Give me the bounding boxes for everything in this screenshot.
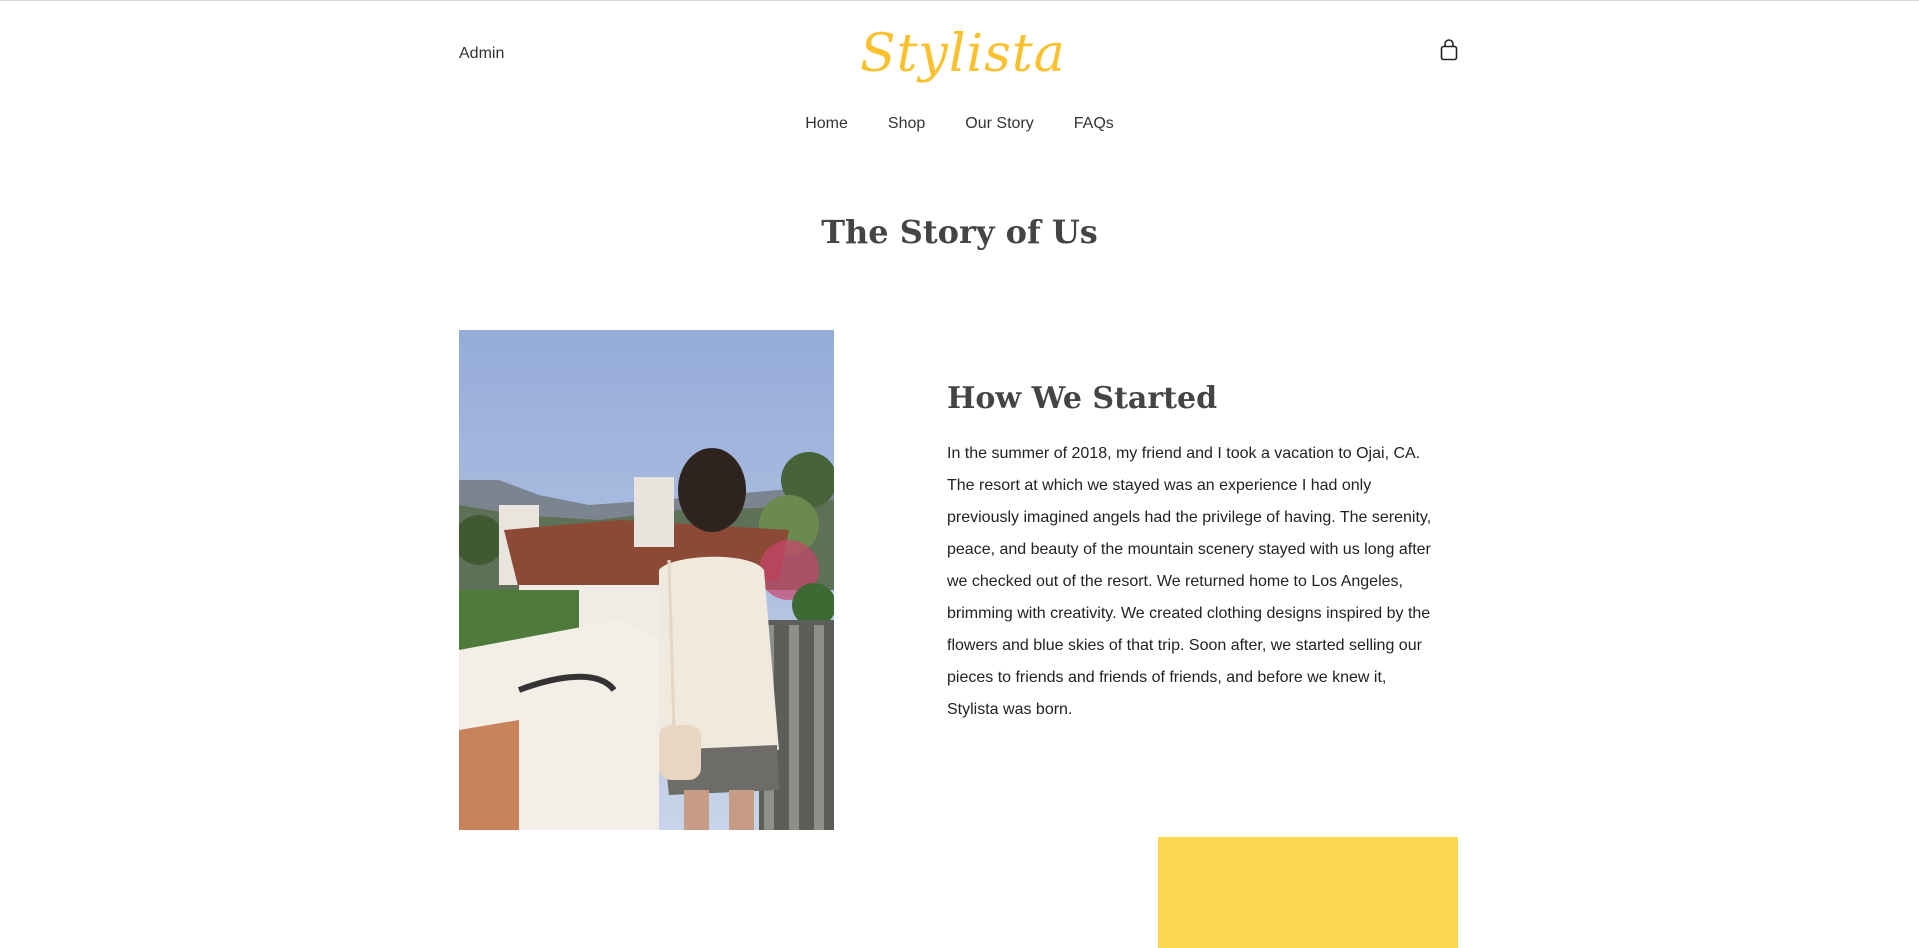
site-logo[interactable]: Stylista [860,19,1065,89]
admin-link[interactable]: Admin [459,45,504,63]
how-we-started-section: How We Started In the summer of 2018, my… [947,381,1447,726]
accent-image-block [1158,837,1458,948]
nav-shop[interactable]: Shop [888,115,925,133]
main-nav: Home Shop Our Story FAQs [0,115,1919,133]
section-body: In the summer of 2018, my friend and I t… [947,445,1432,718]
nav-our-story[interactable]: Our Story [965,115,1033,133]
section-heading: How We Started [947,381,1218,416]
nav-faqs[interactable]: FAQs [1074,115,1114,133]
shopping-bag-icon[interactable] [1440,39,1458,61]
story-photo [459,330,834,830]
nav-home[interactable]: Home [805,115,848,133]
page-title: The Story of Us [821,213,1098,251]
